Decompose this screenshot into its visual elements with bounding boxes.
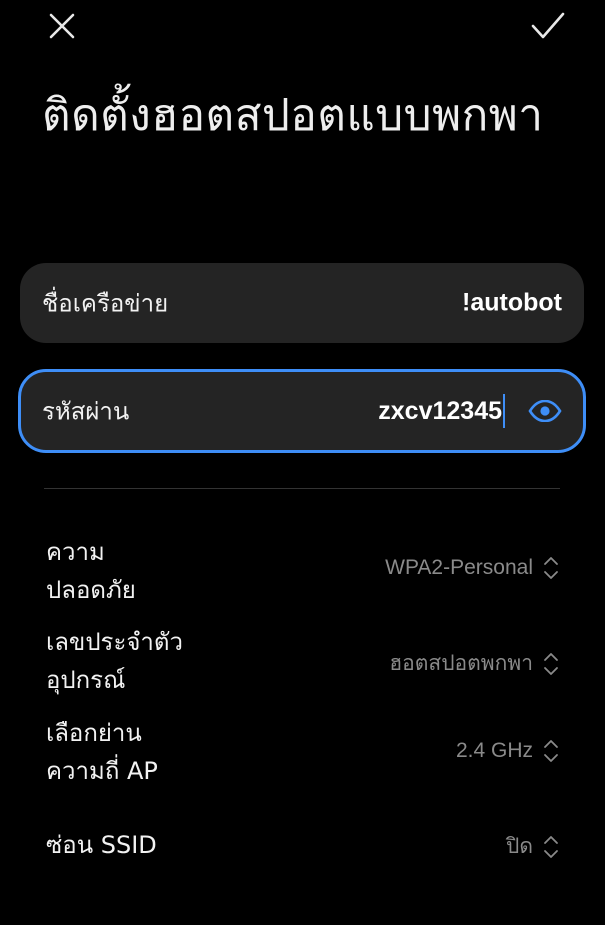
network-name-label: ชื่อเครือข่าย bbox=[42, 289, 169, 318]
up-down-arrow-icon bbox=[543, 738, 559, 764]
ap-band-dropdown[interactable]: 2.4 GHz bbox=[456, 738, 559, 764]
up-down-arrow-icon bbox=[543, 651, 559, 677]
network-name-field[interactable]: ชื่อเครือข่าย !autobot bbox=[20, 263, 584, 343]
up-down-arrow-icon bbox=[543, 555, 559, 581]
check-icon bbox=[531, 12, 565, 39]
eye-icon bbox=[528, 400, 562, 422]
ap-band-setting[interactable]: เลือกย่าน ความถี่ AP 2.4 GHz bbox=[0, 714, 605, 792]
divider bbox=[44, 488, 560, 489]
device-id-dropdown[interactable]: ฮอตสปอตพกพา bbox=[389, 647, 559, 680]
device-id-setting[interactable]: เลขประจำตัว อุปกรณ์ ฮอตสปอตพกพา bbox=[0, 623, 605, 701]
device-id-value: ฮอตสปอตพกพา bbox=[389, 652, 533, 675]
password-input[interactable]: zxcv12345 bbox=[378, 394, 505, 428]
security-setting[interactable]: ความ ปลอดภัย WPA2-Personal bbox=[0, 533, 605, 611]
close-icon bbox=[49, 13, 75, 39]
device-id-label: เลขประจำตัว อุปกรณ์ bbox=[46, 628, 183, 694]
confirm-button[interactable] bbox=[528, 6, 568, 46]
hide-ssid-label: ซ่อน SSID bbox=[46, 831, 157, 859]
password-value: zxcv12345 bbox=[378, 396, 502, 425]
password-field[interactable]: รหัสผ่าน zxcv12345 bbox=[18, 369, 586, 453]
hide-ssid-setting[interactable]: ซ่อน SSID ปิด bbox=[0, 826, 605, 866]
hide-ssid-value: ปิด bbox=[506, 835, 533, 858]
close-button[interactable] bbox=[42, 6, 82, 46]
show-password-button[interactable] bbox=[527, 393, 563, 429]
ap-band-value: 2.4 GHz bbox=[455, 739, 533, 762]
security-value: WPA2-Personal bbox=[385, 556, 533, 579]
top-bar bbox=[0, 0, 605, 56]
network-name-value[interactable]: !autobot bbox=[462, 289, 562, 318]
page-title: ติดตั้งฮอตสปอตแบบพกพา bbox=[42, 90, 544, 141]
security-dropdown[interactable]: WPA2-Personal bbox=[385, 555, 559, 581]
up-down-arrow-icon bbox=[543, 834, 559, 860]
security-label: ความ ปลอดภัย bbox=[46, 538, 136, 604]
ap-band-label: เลือกย่าน ความถี่ AP bbox=[46, 719, 158, 785]
password-label: รหัสผ่าน bbox=[42, 397, 130, 426]
text-cursor bbox=[503, 394, 505, 428]
hide-ssid-dropdown[interactable]: ปิด bbox=[506, 830, 559, 863]
